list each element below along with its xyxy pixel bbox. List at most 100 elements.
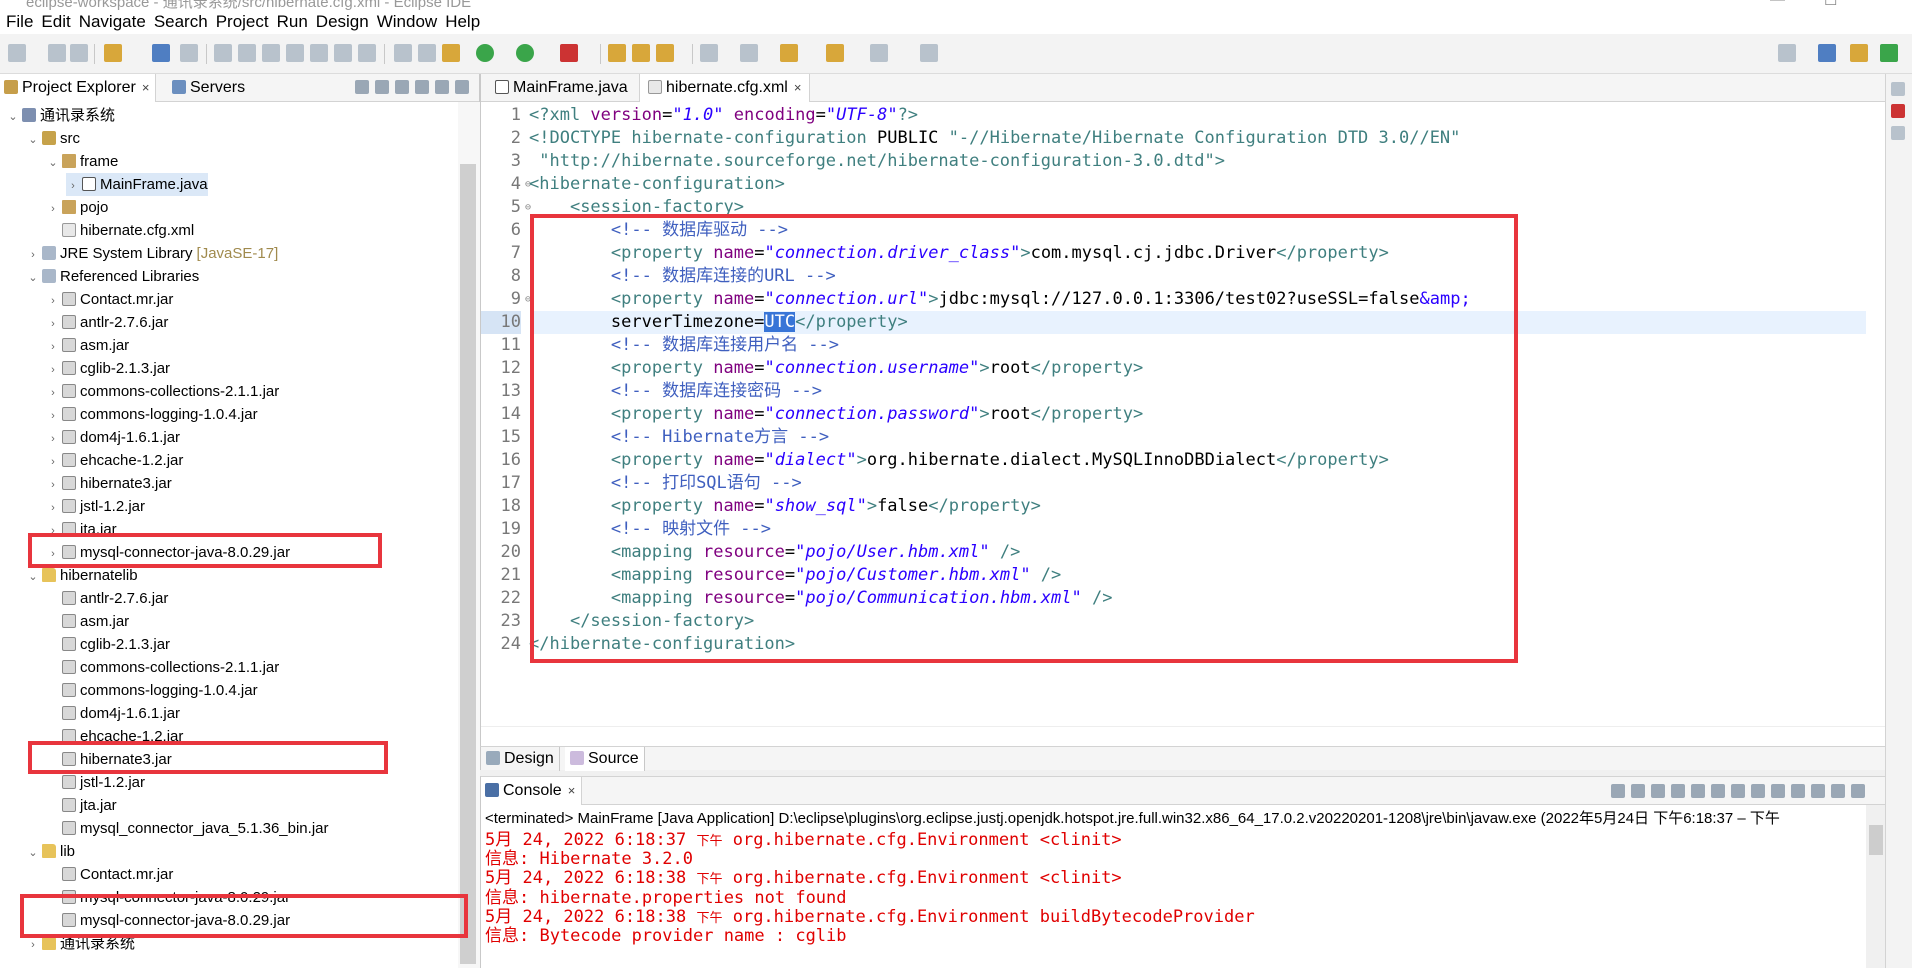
skip-breakpoints-icon[interactable] [180,44,198,62]
tree-item[interactable]: commons-logging-1.0.4.jar [46,679,258,702]
collapsed-chevron-icon[interactable]: › [46,198,60,221]
collapsed-chevron-icon[interactable]: › [26,244,40,267]
code-line[interactable]: <!DOCTYPE hibernate-configuration PUBLIC… [529,127,1460,150]
pin-console-icon[interactable] [1771,784,1785,798]
scroll-lock-icon[interactable] [1691,784,1705,798]
collapsed-chevron-icon[interactable]: › [46,451,60,474]
collapsed-chevron-icon[interactable]: › [46,405,60,428]
tab-design[interactable]: Design [481,747,560,771]
open-type-icon[interactable] [632,44,650,62]
annotation-next-icon[interactable] [700,44,718,62]
expanded-chevron-icon[interactable]: ⌄ [26,842,40,865]
expanded-chevron-icon[interactable]: ⌄ [6,106,20,129]
tree-item[interactable]: › jstl-1.2.jar [46,495,145,518]
tree-item[interactable]: › pojo [46,196,108,219]
tree-item[interactable]: ⌄ src [26,127,80,150]
use-step-filters-icon[interactable] [418,44,436,62]
pin-editor-icon[interactable] [920,44,938,62]
search-tool-icon[interactable] [656,44,674,62]
disconnect-icon[interactable] [286,44,304,62]
tab-mainframe-java[interactable]: MainFrame.java [487,74,636,102]
tree-item[interactable]: mysql_connector_java_5.1.36_bin.jar [46,817,329,840]
filter-icon[interactable] [395,80,409,94]
save-icon[interactable] [48,44,66,62]
tree-item[interactable]: › JRE System Library [JavaSE-17] [26,242,278,265]
save-all-icon[interactable] [70,44,88,62]
link-with-editor-icon[interactable] [375,80,389,94]
open-console-icon[interactable] [1811,784,1825,798]
tree-item[interactable]: ⌄ Referenced Libraries [26,265,199,288]
build-icon[interactable] [104,44,122,62]
close-icon[interactable]: × [794,80,802,95]
collapsed-chevron-icon[interactable]: › [46,359,60,382]
collapsed-chevron-icon[interactable]: › [46,497,60,520]
collapse-all-icon[interactable] [355,80,369,94]
back-icon[interactable] [826,44,844,62]
tab-servers[interactable]: Servers [172,74,245,102]
tab-project-explorer[interactable]: Project Explorer × [0,74,157,102]
clear-console-icon[interactable] [1671,784,1685,798]
close-icon[interactable]: × [568,783,576,798]
coverage-icon[interactable] [516,44,534,62]
tab-console[interactable]: Console × [481,777,583,805]
minimize-view-icon[interactable] [1831,784,1845,798]
console-scrollbar[interactable] [1866,805,1886,968]
forward-icon[interactable] [870,44,888,62]
minimize-view-icon[interactable] [435,80,449,94]
last-edit-icon[interactable] [780,44,798,62]
step-over-icon[interactable] [334,44,352,62]
maximize-icon[interactable]: ☐ [1824,0,1837,9]
tree-item[interactable]: › hibernate3.jar [46,472,172,495]
menu-edit[interactable]: Edit [37,10,74,34]
tree-item[interactable]: ⌄ lib [26,840,75,863]
run-icon[interactable] [476,44,494,62]
editor-horizontal-scrollbar[interactable] [481,726,1886,746]
step-return-icon[interactable] [358,44,376,62]
search-icon[interactable] [1778,44,1796,62]
step-into-icon[interactable] [310,44,328,62]
show-on-output-icon[interactable] [1731,784,1745,798]
outline-icon[interactable] [1891,126,1905,140]
expanded-chevron-icon[interactable]: ⌄ [46,152,60,175]
console-output[interactable]: <terminated> MainFrame [Java Application… [481,805,1866,968]
collapsed-chevron-icon[interactable]: › [46,290,60,313]
tree-item[interactable]: jta.jar [46,794,117,817]
console-icon[interactable] [152,44,170,62]
remove-launch-icon[interactable] [1631,784,1645,798]
tree-item[interactable]: hibernate.cfg.xml [46,219,194,242]
expanded-chevron-icon[interactable]: ⌄ [26,566,40,589]
new-java-project-icon[interactable] [608,44,626,62]
code-line[interactable]: <?xml version="1.0" encoding="UTF-8"?> [529,104,918,127]
tree-item[interactable]: › dom4j-1.6.1.jar [46,426,180,449]
expanded-chevron-icon[interactable]: ⌄ [26,267,40,290]
tree-item[interactable]: › ehcache-1.2.jar [46,449,183,472]
tree-item[interactable]: ⌄ frame [46,150,118,173]
terminate-icon[interactable] [1611,784,1625,798]
menu-design[interactable]: Design [312,10,373,34]
open-perspective-icon[interactable] [1818,44,1836,62]
java-perspective-icon[interactable] [1880,44,1898,62]
minimize-icon[interactable]: — [1770,0,1785,8]
menu-window[interactable]: Window [373,10,441,34]
menu-help[interactable]: Help [441,10,484,34]
view-menu-icon[interactable] [415,80,429,94]
scrollbar-thumb[interactable] [460,164,476,964]
resume-icon[interactable] [214,44,232,62]
menu-search[interactable]: Search [150,10,212,34]
maximize-view-icon[interactable] [1851,784,1865,798]
menu-file[interactable]: File [2,10,37,34]
tree-item[interactable]: › cglib-2.1.3.jar [46,357,170,380]
java-ee-perspective-icon[interactable] [1850,44,1868,62]
collapsed-chevron-icon[interactable]: › [46,313,60,336]
restore-icon[interactable] [1891,82,1905,96]
tree-item[interactable]: › MainFrame.java [66,173,208,196]
tree-item[interactable]: commons-collections-2.1.1.jar [46,656,279,679]
collapsed-chevron-icon[interactable]: › [46,336,60,359]
tree-item[interactable]: antlr-2.7.6.jar [46,587,168,610]
tree-item[interactable]: › commons-collections-2.1.1.jar [46,380,279,403]
tree-item[interactable]: cglib-2.1.3.jar [46,633,170,656]
tree-item[interactable]: Contact.mr.jar [46,863,173,886]
remove-all-icon[interactable] [1651,784,1665,798]
close-icon[interactable]: × [142,80,150,95]
collapsed-chevron-icon[interactable]: › [46,382,60,405]
